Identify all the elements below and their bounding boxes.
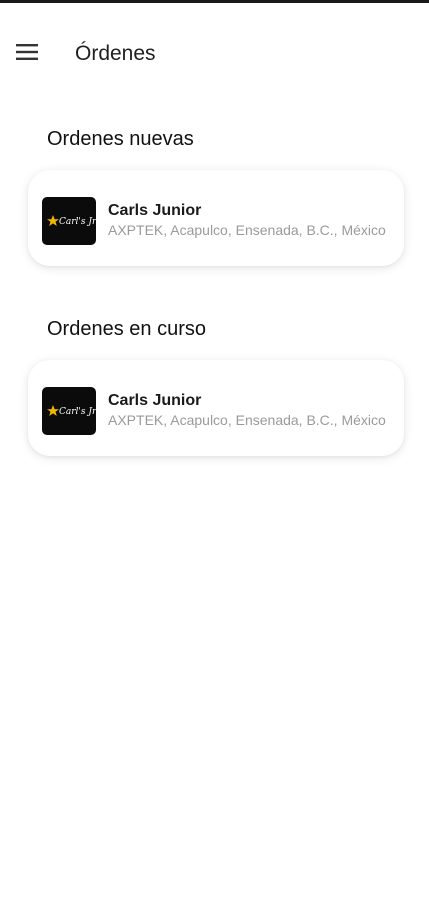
restaurant-name: Carls Junior	[108, 392, 202, 409]
order-card[interactable]: Carl's Jr. Carls Junior AXPTEK, Acapulco…	[28, 170, 404, 266]
logo-text: Carl's Jr.	[59, 217, 96, 227]
section-title-new-orders: Ordenes nuevas	[47, 128, 194, 150]
order-card[interactable]: Carl's Jr. Carls Junior AXPTEK, Acapulco…	[28, 360, 404, 456]
section-title-orders-in-progress: Ordenes en curso	[47, 318, 206, 340]
page-title: Órdenes	[75, 42, 156, 65]
app-bar: Órdenes	[0, 3, 429, 103]
restaurant-address: AXPTEK, Acapulco, Ensenada, B.C., México	[108, 412, 386, 428]
star-icon	[47, 215, 59, 226]
logo-text: Carl's Jr.	[59, 407, 96, 417]
star-icon	[47, 405, 59, 416]
restaurant-name: Carls Junior	[108, 202, 202, 219]
restaurant-logo: Carl's Jr.	[42, 387, 96, 435]
menu-button[interactable]	[12, 37, 42, 67]
hamburger-menu-icon	[16, 44, 38, 60]
restaurant-address: AXPTEK, Acapulco, Ensenada, B.C., México	[108, 222, 386, 238]
restaurant-logo: Carl's Jr.	[42, 197, 96, 245]
